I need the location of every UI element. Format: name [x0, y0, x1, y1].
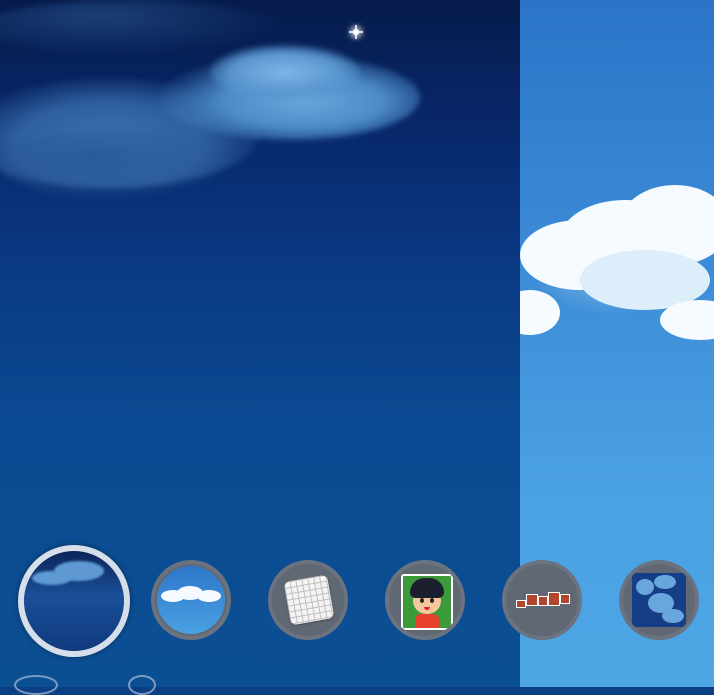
cloud	[210, 45, 360, 100]
wallpaper-thumbnail-day-sky[interactable]	[151, 560, 231, 640]
blue-clouds-thumbnail-image	[632, 573, 686, 627]
partial-control-outline	[128, 675, 156, 695]
figure-shape	[538, 596, 548, 606]
night-sky-thumbnail-image	[24, 551, 124, 651]
wallpaper-thumbnail-blue-clouds[interactable]	[619, 560, 699, 640]
day-sky-thumbnail-image	[157, 566, 225, 634]
character-hair	[410, 578, 444, 598]
cloud	[662, 609, 684, 623]
cloud	[32, 571, 72, 585]
cloud	[654, 575, 676, 589]
wallpaper-thumbnail-grid-paper[interactable]	[268, 560, 348, 640]
figure-shape	[526, 594, 538, 606]
cartoon-thumbnail-image	[401, 574, 453, 630]
character-eye	[430, 598, 434, 603]
character-body	[415, 614, 439, 628]
cloud	[636, 579, 654, 595]
character-eye	[420, 598, 424, 603]
figures-thumbnail-image	[516, 588, 570, 610]
figure-shape	[548, 592, 560, 606]
grid-paper-thumbnail-image	[283, 574, 335, 626]
cloud	[0, 0, 280, 55]
wallpaper-thumbnail-figures[interactable]	[502, 560, 582, 640]
wallpaper-thumbnail-night-sky[interactable]	[18, 545, 130, 657]
cloud	[197, 590, 221, 602]
cloud	[0, 130, 230, 200]
star-glow	[353, 29, 359, 35]
partial-control-outline	[14, 675, 58, 695]
wallpaper-thumbnail-cartoon[interactable]	[385, 560, 465, 640]
figure-shape	[516, 600, 526, 608]
figure-shape	[560, 594, 570, 604]
